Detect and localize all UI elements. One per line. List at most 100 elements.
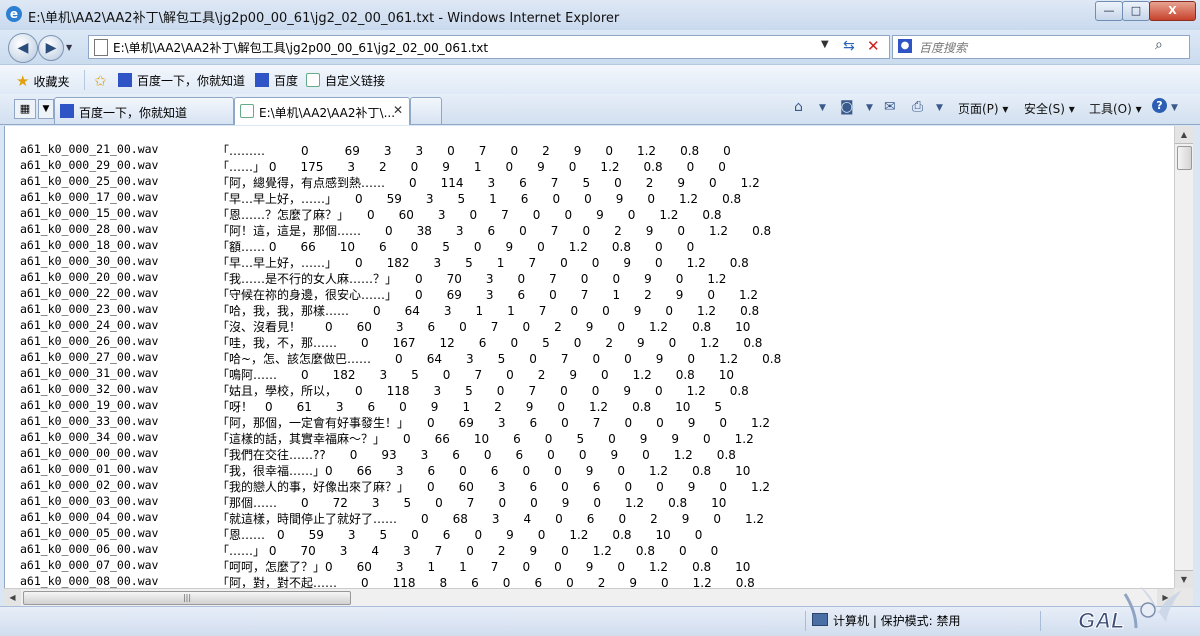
wav-filename: a61_k0_000_32_00.wav (20, 382, 159, 396)
text-line: a61_k0_000_17_00.wav 「早…早上好，……」 0 59 3 5 … (5, 190, 1175, 206)
dialogue-text: 「守候在祢的身邊，很安心……」 0 69 3 6 0 7 1 2 9 0 1.2 (217, 288, 759, 302)
dialogue-text: 「……」 0 70 3 4 3 7 0 2 9 0 1.2 0.8 0 0 (217, 544, 719, 558)
wav-filename: a61_k0_000_25_00.wav (20, 174, 159, 188)
wav-filename: a61_k0_000_19_00.wav (20, 398, 159, 412)
address-text[interactable]: E:\单机\AA2\AA2补丁\解包工具\jg2p00_00_61\jg2_02… (113, 39, 488, 56)
favorite-link-baidu[interactable]: 百度 (255, 72, 298, 89)
text-line: a61_k0_000_06_00.wav 「……」 0 70 3 4 3 7 0 … (5, 542, 1175, 558)
horizontal-scrollbar[interactable]: ◀ ||| ▶ (4, 588, 1174, 606)
recent-pages-dropdown[interactable]: ▼ (66, 43, 72, 52)
ie-logo-icon: e (6, 6, 22, 22)
forward-arrow-icon: ▶ (45, 40, 57, 56)
tools-menu-label: 工具(O) (1089, 102, 1132, 116)
baidu-paw-icon (118, 73, 132, 87)
dialogue-text: 「姑且，學校，所以， 0 118 3 5 0 7 0 0 9 0 1.2 0.8 (217, 384, 749, 398)
title-bar: e E:\单机\AA2\AA2补丁\解包工具\jg2p00_00_61\jg2_… (0, 0, 1200, 31)
dialogue-text: 「那個…… 0 72 3 5 0 7 0 0 9 0 1.2 0.8 10 (217, 496, 727, 510)
baidu-paw-icon (60, 104, 74, 118)
back-button[interactable]: ◀ (8, 33, 38, 63)
divider (84, 70, 85, 90)
forward-button[interactable]: ▶ (38, 35, 64, 61)
text-line: a61_k0_000_24_00.wav 「沒、沒看見！ 0 60 3 6 0 7… (5, 318, 1175, 334)
text-line: a61_k0_000_07_00.wav 「呵呵，怎麼了？」0 60 3 1 1 … (5, 558, 1175, 574)
favorite-link-custom[interactable]: 自定义链接 (306, 72, 385, 89)
tab-list-dropdown[interactable]: ▼ (38, 99, 54, 119)
close-button[interactable]: X (1149, 1, 1196, 21)
printer-icon[interactable]: ⎙ (912, 99, 923, 115)
page-menu[interactable]: 页面(P) ▾ (958, 100, 1008, 117)
wav-filename: a61_k0_000_05_00.wav (20, 526, 159, 540)
tab-current-file[interactable]: E:\单机\AA2\AA2补丁\... ✕ (234, 97, 410, 125)
dialogue-text: 「阿，那個，一定會有好事發生！」 0 69 3 6 0 7 0 0 9 0 1.… (217, 416, 771, 430)
text-line: a61_k0_000_28_00.wav 「阿！這，這是，那個…… 0 38 3 … (5, 222, 1175, 238)
dialogue-text: 「我們在交往……?? 0 93 3 6 0 6 0 0 9 0 1.2 0.8 (217, 448, 736, 462)
dialogue-text: 「就這樣，時間停止了就好了…… 0 68 3 4 0 6 0 2 9 0 1.2 (217, 512, 765, 526)
scroll-up-icon[interactable]: ▲ (1175, 126, 1193, 144)
favorites-bar: ★ 收藏夹 ✩ 百度一下，你就知道 百度 自定义链接 (0, 64, 1200, 96)
search-placeholder[interactable]: 百度搜索 (919, 39, 967, 56)
ie-page-icon (240, 104, 254, 118)
new-tab-button[interactable] (410, 97, 442, 124)
window-title: E:\单机\AA2\AA2补丁\解包工具\jg2p00_00_61\jg2_02… (28, 11, 620, 26)
search-box[interactable]: ● 百度搜索 ⌕ (892, 35, 1190, 59)
dialogue-text: 「哇，我，不，那…… 0 167 12 6 0 5 0 2 9 0 1.2 0.… (217, 336, 763, 350)
wav-filename: a61_k0_000_23_00.wav (20, 302, 159, 316)
wav-filename: a61_k0_000_30_00.wav (20, 254, 159, 268)
text-line: a61_k0_000_00_00.wav 「我們在交往……?? 0 93 3 6 … (5, 446, 1175, 462)
refresh-icon[interactable]: ⇆ (843, 38, 855, 54)
wav-filename: a61_k0_000_27_00.wav (20, 350, 159, 364)
address-bar[interactable]: E:\单机\AA2\AA2补丁\解包工具\jg2p00_00_61\jg2_02… (88, 35, 890, 59)
print-dropdown-icon[interactable]: ▼ (936, 103, 943, 113)
watermark-logo: GAL (1078, 586, 1182, 634)
feeds-dropdown-icon[interactable]: ▼ (866, 103, 873, 113)
address-dropdown-icon[interactable]: ▼ (821, 39, 829, 50)
dialogue-text: 「恩……？怎麼了麻？」 0 60 3 0 7 0 0 9 0 1.2 0.8 (217, 208, 722, 222)
vertical-scrollbar[interactable]: ▲ ▼ (1174, 126, 1193, 588)
home-icon[interactable]: ⌂ (794, 99, 803, 115)
wav-filename: a61_k0_000_29_00.wav (20, 158, 159, 172)
horizontal-scroll-thumb[interactable]: ||| (23, 591, 351, 605)
text-line: a61_k0_000_18_00.wav 「額…… 0 66 10 6 0 5 0… (5, 238, 1175, 254)
dialogue-text: 「哈，我，我，那樣…… 0 64 3 1 1 7 0 0 9 0 1.2 0.8 (217, 304, 760, 318)
dialogue-text: 「鳴阿…… 0 182 3 5 0 7 0 2 9 0 1.2 0.8 10 (217, 368, 735, 382)
dialogue-text: 「阿！這，這是，那個…… 0 38 3 6 0 7 0 2 9 0 1.2 0.… (217, 224, 772, 238)
favorites-button[interactable]: ★ 收藏夹 (16, 72, 69, 90)
wav-filename: a61_k0_000_21_00.wav (20, 142, 159, 156)
security-zone[interactable]: 计算机 | 保护模式: 禁用 (812, 612, 961, 629)
wav-filename: a61_k0_000_28_00.wav (20, 222, 159, 236)
text-line: a61_k0_000_34_00.wav 「這樣的話，其實幸福麻～？」 0 66 … (5, 430, 1175, 446)
scroll-left-icon[interactable]: ◀ (4, 589, 21, 606)
text-line: a61_k0_000_25_00.wav 「阿，總覺得，有点感到熱…… 0 114… (5, 174, 1175, 190)
quick-tabs-button[interactable]: ▦ (14, 99, 36, 119)
navigation-bar: ◀ ▶ ▼ E:\单机\AA2\AA2补丁\解包工具\jg2p00_00_61\… (0, 30, 1200, 64)
safety-menu-label: 安全(S) (1024, 102, 1065, 116)
help-dropdown-icon[interactable]: ▼ (1171, 103, 1178, 113)
maximize-button[interactable]: □ (1122, 1, 1150, 21)
mail-icon[interactable]: ✉ (884, 99, 896, 115)
vertical-scroll-thumb[interactable] (1177, 146, 1192, 170)
text-line: a61_k0_000_30_00.wav 「早…早上好，……」 0 182 3 5… (5, 254, 1175, 270)
minimize-button[interactable]: — (1095, 1, 1123, 21)
dialogue-text: 「呵呵，怎麼了？」0 60 3 1 1 7 0 0 9 0 1.2 0.8 10 (217, 560, 751, 574)
home-dropdown-icon[interactable]: ▼ (819, 103, 826, 113)
text-line: a61_k0_000_26_00.wav 「哇，我，不，那…… 0 167 12 … (5, 334, 1175, 350)
favorite-link-baidu-search[interactable]: 百度一下，你就知道 (118, 72, 245, 89)
wav-filename: a61_k0_000_22_00.wav (20, 286, 159, 300)
wav-filename: a61_k0_000_04_00.wav (20, 510, 159, 524)
tab-baidu[interactable]: 百度一下，你就知道 (54, 97, 234, 124)
stop-icon[interactable]: ✕ (867, 37, 880, 55)
add-favorite-button[interactable]: ✩ (94, 72, 111, 90)
text-line: a61_k0_000_33_00.wav 「阿，那個，一定會有好事發生！」 0 6… (5, 414, 1175, 430)
wav-filename: a61_k0_000_02_00.wav (20, 478, 159, 492)
text-line: a61_k0_000_02_00.wav 「我的戀人的事，好像出來了麻？」 0 6… (5, 478, 1175, 494)
text-line: a61_k0_000_05_00.wav 「恩…… 0 59 3 5 0 6 0 … (5, 526, 1175, 542)
text-line: a61_k0_000_29_00.wav 「……」 0 175 3 2 0 9 1… (5, 158, 1175, 174)
dialogue-text: 「早…早上好，……」 0 59 3 5 1 6 0 0 9 0 1.2 0.8 (217, 192, 742, 206)
help-icon[interactable]: ? (1152, 98, 1167, 113)
text-document: a61_k0_000_21_00.wav 「……… 0 69 3 3 0 7 0 … (4, 126, 1175, 588)
safety-menu[interactable]: 安全(S) ▾ (1024, 100, 1075, 117)
tools-menu[interactable]: 工具(O) ▾ (1089, 100, 1142, 117)
close-tab-icon[interactable]: ✕ (393, 103, 403, 117)
magnifier-icon[interactable]: ⌕ (1155, 37, 1163, 53)
rss-icon[interactable]: ◙ (840, 99, 854, 115)
